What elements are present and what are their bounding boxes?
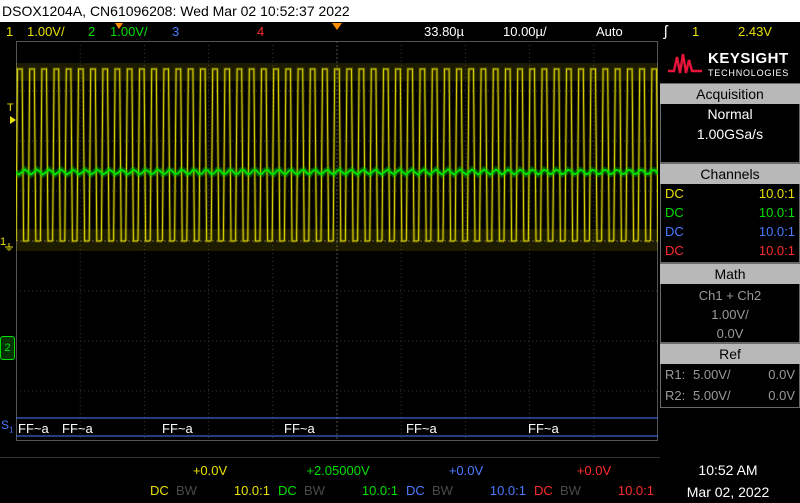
ch1-bottom-band (16, 229, 658, 251)
channels-header: Channels (660, 164, 800, 184)
footer-ch2-offset: +2.05000V (306, 463, 370, 478)
footer-channel-1[interactable]: +0.0V DC BW 10.0:1 (146, 463, 274, 503)
decode-label: FF~a (18, 421, 49, 436)
decode-labels: FF~a FF~a FF~a FF~a FF~a FF~a (18, 421, 559, 436)
math-header: Math (660, 264, 800, 284)
timebase-scale[interactable]: 10.00µ/ (503, 22, 547, 41)
ref-section[interactable]: Ref R1: 5.00V/ 0.0V R2: 5.00V/ 0.0V (660, 343, 800, 408)
channel-row-2[interactable]: DC 10.0:1 (665, 203, 795, 222)
footer-ch2-bw: BW (304, 483, 325, 498)
ref-2-offset: 0.0V (768, 388, 795, 403)
serial-sub-label: 1 (9, 425, 14, 435)
serial-label: S (1, 418, 10, 432)
decode-label: FF~a (406, 421, 437, 436)
decode-label: FF~a (284, 421, 315, 436)
channel-row-3[interactable]: DC 10.0:1 (665, 222, 795, 241)
footer-ch1-offset: +0.0V (192, 463, 228, 478)
decode-label: FF~a (528, 421, 559, 436)
acquisition-section[interactable]: Acquisition Normal 1.00GSa/s (660, 83, 800, 163)
ch3-number[interactable]: 3 (172, 22, 179, 41)
footer-channel-3[interactable]: +0.0V DC BW 10.0:1 (402, 463, 530, 503)
acquisition-header: Acquisition (660, 84, 800, 104)
ref-1-offset: 0.0V (768, 367, 795, 382)
trigger-level-marker[interactable]: T (7, 102, 14, 114)
serial-bus-marker[interactable]: S1 (1, 419, 13, 436)
decode-label: FF~a (162, 421, 193, 436)
footer-ch4-ratio: 10.0:1 (617, 483, 654, 498)
ch1-top-band (16, 63, 658, 81)
window-title: DSOX1204A, CN61096208: Wed Mar 02 10:52:… (0, 0, 800, 22)
trigger-mode[interactable]: Auto (596, 22, 623, 41)
channel-3-coupling: DC (665, 224, 684, 239)
ch1-scale[interactable]: 1.00V/ (27, 22, 65, 41)
footer-separator (0, 457, 660, 458)
trigger-level[interactable]: 2.43V (738, 22, 772, 41)
footer-channel-2[interactable]: +2.05000V DC BW 10.0:1 (274, 463, 402, 503)
footer-ch3-bw: BW (432, 483, 453, 498)
footer-ch3-offset: +0.0V (448, 463, 484, 478)
ref-2-label: R2: (665, 388, 686, 403)
footer-ch4-bw: BW (560, 483, 581, 498)
footer-channel-4[interactable]: +0.0V DC BW 10.0:1 (530, 463, 658, 503)
right-panel: KEYSIGHT TECHNOLOGIES Acquisition Normal… (660, 41, 800, 441)
ref-1-scale: 5.00V/ (693, 367, 731, 382)
footer-ch1-ratio: 10.0:1 (233, 483, 270, 498)
trigger-edge-icon: ʃ (664, 23, 668, 40)
logo-sub: TECHNOLOGIES (708, 68, 790, 78)
ch2-trace (16, 165, 658, 179)
channel-2-probe-ratio: 10.0:1 (758, 205, 795, 220)
channel-1-probe-ratio: 10.0:1 (758, 186, 795, 201)
footer-ch3-ratio: 10.0:1 (489, 483, 526, 498)
channel-row-1[interactable]: DC 10.0:1 (665, 184, 795, 203)
ground-icon (5, 243, 13, 251)
clock-time: 10:52 AM (698, 462, 758, 478)
clock-date: Mar 02, 2022 (686, 484, 770, 500)
ch1-marker-icon (115, 23, 123, 29)
sample-rate: 1.00GSa/s (696, 126, 764, 142)
ref-1-label: R1: (665, 367, 686, 382)
ch2-ground-label: 2 (4, 342, 11, 354)
ref-header: Ref (660, 344, 800, 364)
footer-ch2-ratio: 10.0:1 (361, 483, 398, 498)
clock: 10:52 AM Mar 02, 2022 (668, 459, 788, 503)
ref-2-scale: 5.00V/ (693, 388, 731, 403)
status-bar: 1 1.00V/ 2 1.00V/ 3 4 33.80µ 10.00µ/ Aut… (0, 22, 800, 41)
footer-ch1-bw: BW (176, 483, 197, 498)
ch2-ground-marker[interactable]: 2 (0, 336, 15, 360)
decode-label: FF~a (62, 421, 93, 436)
ch2-number[interactable]: 2 (88, 22, 95, 41)
channel-4-coupling: DC (665, 243, 684, 258)
footer-ch4-offset: +0.0V (576, 463, 612, 478)
channel-row-4[interactable]: DC 10.0:1 (665, 241, 795, 260)
waveform-display[interactable]: FF~a FF~a FF~a FF~a FF~a FF~a (16, 41, 658, 441)
math-function: Ch1 + Ch2 (698, 288, 762, 303)
trigger-source[interactable]: 1 (692, 22, 699, 41)
footer-ch3-coupling: DC (406, 483, 425, 498)
channel-4-probe-ratio: 10.0:1 (758, 243, 795, 258)
channels-section[interactable]: Channels DC 10.0:1 DC 10.0:1 DC 10.0:1 D… (660, 163, 800, 263)
time-reference[interactable]: 33.80µ (424, 22, 464, 41)
channel-footer: +0.0V DC BW 10.0:1 +2.05000V DC BW 10.0:… (0, 441, 800, 503)
ch1-number[interactable]: 1 (6, 22, 13, 41)
keysight-wave-icon (668, 53, 702, 74)
footer-ch2-coupling: DC (278, 483, 297, 498)
math-offset: 0.0V (716, 326, 744, 341)
channel-2-coupling: DC (665, 205, 684, 220)
trigger-position-icon (332, 23, 342, 30)
channel-3-probe-ratio: 10.0:1 (758, 224, 795, 239)
waveform-canvas: FF~a FF~a FF~a FF~a FF~a FF~a (16, 41, 658, 441)
ch4-number[interactable]: 4 (257, 22, 264, 41)
footer-ch1-coupling: DC (150, 483, 169, 498)
acquisition-mode: Normal (707, 106, 753, 122)
math-section[interactable]: Math Ch1 + Ch2 1.00V/ 0.0V (660, 263, 800, 343)
keysight-logo: KEYSIGHT TECHNOLOGIES (660, 41, 800, 83)
channel-1-coupling: DC (665, 186, 684, 201)
footer-ch4-coupling: DC (534, 483, 553, 498)
logo-brand: KEYSIGHT (708, 50, 789, 67)
math-scale: 1.00V/ (711, 307, 749, 322)
